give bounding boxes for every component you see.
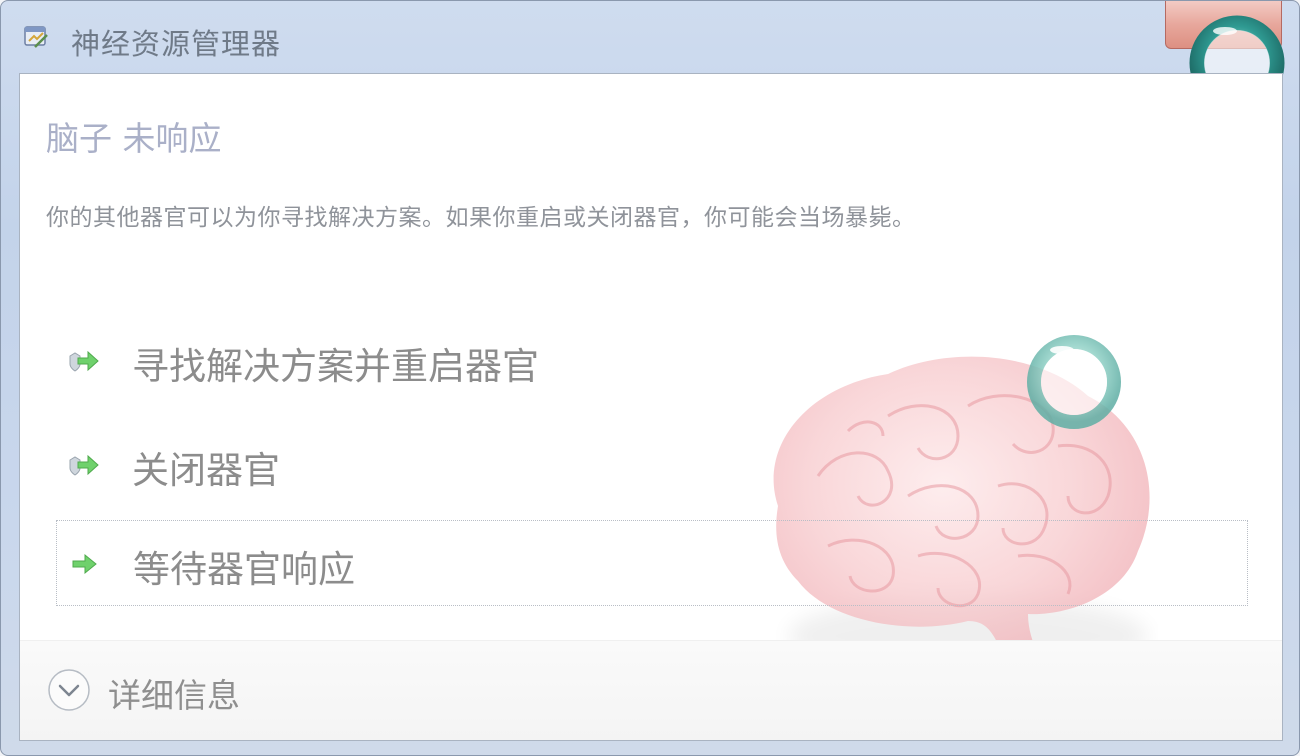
option-label: 等待器官响应 <box>133 548 355 591</box>
option-label: 关闭器官 <box>132 449 280 492</box>
dialog-footer: 详细信息 <box>20 640 1282 740</box>
app-icon <box>24 26 48 48</box>
window-title: 神经资源管理器 <box>71 27 282 61</box>
details-toggle-label[interactable]: 详细信息 <box>108 669 240 717</box>
dialog-heading: 脑子 未响应 <box>46 119 222 158</box>
chevron-down-icon[interactable] <box>46 667 92 713</box>
option-wait-for-response[interactable]: 等待器官响应 <box>56 520 1248 606</box>
dialog-content: 脑子 未响应 你的其他器官可以为你寻找解决方案。如果你重启或关闭器官，你可能会当… <box>19 73 1283 741</box>
shield-arrow-icon <box>69 350 99 372</box>
close-button[interactable] <box>1165 1 1282 49</box>
title-bar[interactable]: 神经资源管理器 <box>1 1 1299 73</box>
option-close-organ[interactable]: 关闭器官 <box>56 422 1248 508</box>
option-find-solution-restart[interactable]: 寻找解决方案并重启器官 <box>56 318 1248 404</box>
dialog-message: 你的其他器官可以为你寻找解决方案。如果你重启或关闭器官，你可能会当场暴毙。 <box>46 205 916 231</box>
option-label: 寻找解决方案并重启器官 <box>132 345 539 388</box>
green-arrow-icon <box>72 553 97 575</box>
shield-arrow-icon <box>69 454 99 476</box>
dialog-window: 神经资源管理器 脑子 未响应 你的其他器官可以为你寻找解决方案。如果你重启或关闭… <box>0 0 1300 756</box>
